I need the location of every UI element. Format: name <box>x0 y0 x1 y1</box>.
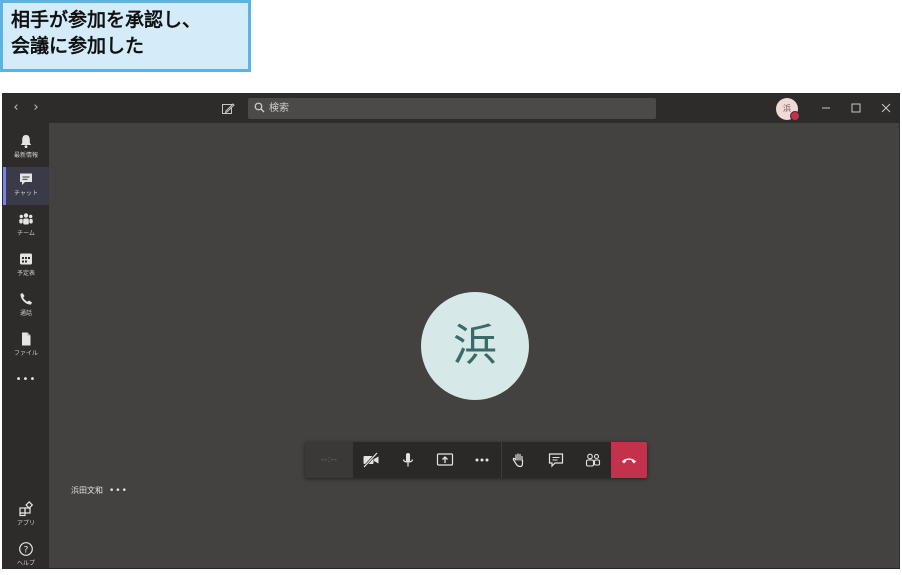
rail-label-help: ヘルプ <box>16 560 35 567</box>
participant-label: 浜田文和 ••• <box>71 485 128 497</box>
rail-label-teams: チーム <box>17 230 35 237</box>
rail-label-chat: チャット <box>14 190 38 197</box>
minimize-icon[interactable] <box>818 100 834 116</box>
rail-label-files: ファイル <box>13 350 38 357</box>
rail-item-activity[interactable]: 最新情報 <box>3 129 49 167</box>
rail-label-calls: 通話 <box>19 310 32 317</box>
help-icon: ? <box>19 542 33 556</box>
rail-item-teams[interactable]: チーム <box>3 207 49 245</box>
back-icon[interactable]: ‹ <box>9 100 23 116</box>
phone-icon <box>20 293 32 305</box>
more-icon <box>475 458 489 462</box>
rail-item-calls[interactable]: 通話 <box>3 287 49 325</box>
teams-window: ‹ › 検索 浜 最新情報 チャット チーム 予定表 通話 ファイル ••• ア… <box>2 93 900 569</box>
participant-avatar: 浜 <box>421 292 529 400</box>
search-icon <box>254 102 265 113</box>
teams-icon <box>19 213 33 225</box>
rail-label-calendar: 予定表 <box>16 270 35 277</box>
hang-up-button[interactable] <box>611 442 647 478</box>
svg-text:?: ? <box>24 545 29 555</box>
camera-off-icon <box>363 452 379 468</box>
rail-item-files[interactable]: ファイル <box>3 327 49 365</box>
raise-hand-button[interactable] <box>501 442 537 478</box>
call-timer: --:-- <box>305 442 353 478</box>
raise-hand-icon <box>512 453 524 468</box>
hang-up-icon <box>622 458 636 464</box>
title-bar: ‹ › 検索 浜 <box>3 94 899 123</box>
more-actions-button[interactable] <box>464 442 500 478</box>
camera-off-button[interactable] <box>353 442 389 478</box>
rail-item-apps[interactable]: アプリ <box>3 497 49 535</box>
file-icon <box>22 332 31 346</box>
close-icon[interactable] <box>878 100 894 116</box>
forward-icon[interactable]: › <box>29 100 43 116</box>
app-rail: 最新情報 チャット チーム 予定表 通話 ファイル ••• アプリ ? ヘルプ <box>3 123 49 568</box>
share-screen-icon <box>436 453 454 466</box>
callout-line-2: 会議に参加した <box>11 35 145 57</box>
instruction-callout: 相手が参加を承認し、 会議に参加した <box>0 0 251 72</box>
maximize-icon[interactable] <box>848 100 864 116</box>
search-input[interactable]: 検索 <box>248 98 656 119</box>
apps-icon <box>19 501 34 517</box>
more-icon: ••• <box>15 374 37 385</box>
callout-line-1: 相手が参加を承認し、 <box>11 9 202 31</box>
calendar-icon <box>20 253 32 265</box>
rail-item-chat[interactable]: チャット <box>3 167 49 205</box>
rail-item-calendar[interactable]: 予定表 <box>3 247 49 285</box>
participants-icon <box>585 453 601 467</box>
participant-name: 浜田文和 <box>71 486 103 495</box>
profile-avatar-initial: 浜 <box>783 104 791 113</box>
presence-status-icon <box>790 111 800 121</box>
participants-button[interactable] <box>575 442 611 478</box>
search-placeholder: 検索 <box>269 103 289 114</box>
bell-icon <box>20 135 32 148</box>
rail-more-button[interactable]: ••• <box>3 371 49 391</box>
conversation-icon <box>548 453 564 468</box>
compose-icon[interactable] <box>221 101 235 115</box>
conversation-button[interactable] <box>538 442 574 478</box>
rail-label-activity: 最新情報 <box>13 152 38 159</box>
microphone-button[interactable] <box>390 442 426 478</box>
microphone-icon <box>402 453 414 467</box>
share-screen-button[interactable] <box>427 442 463 478</box>
profile-avatar[interactable]: 浜 <box>776 98 800 121</box>
participant-more-icon[interactable]: ••• <box>109 486 128 496</box>
rail-item-help[interactable]: ? ヘルプ <box>3 537 49 575</box>
chat-icon <box>20 173 32 185</box>
rail-label-apps: アプリ <box>16 520 35 527</box>
call-controls-bar: --:-- <box>305 442 647 478</box>
